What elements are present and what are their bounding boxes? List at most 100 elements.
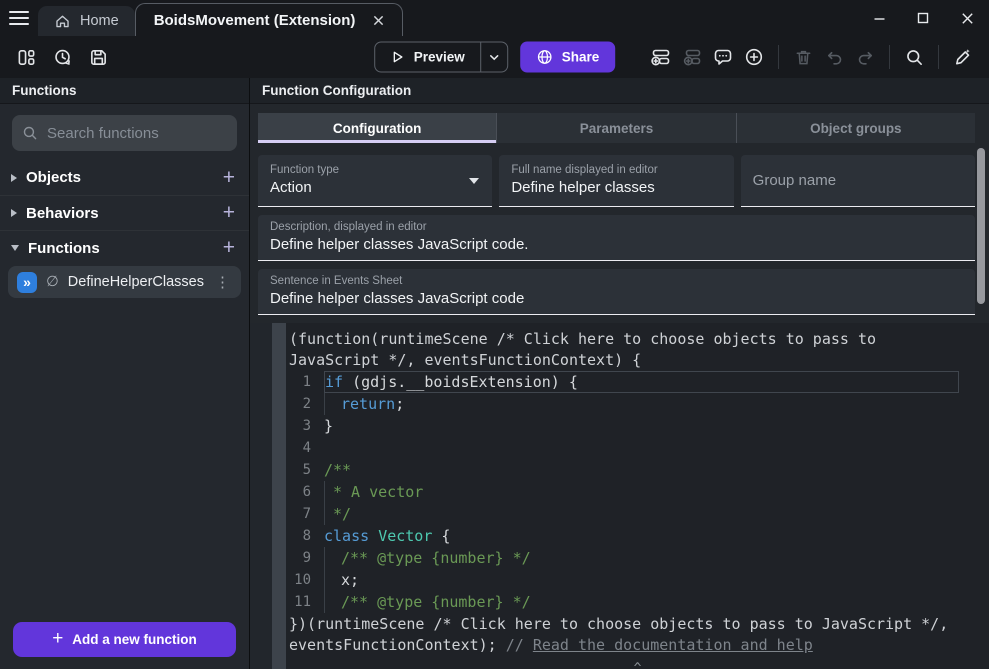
sentence-field[interactable]: Sentence in Events Sheet Define helper c… [258,269,975,315]
sentence-value: Define helper classes JavaScript code [270,290,963,307]
add-circle-icon [744,47,764,67]
add-other-event-button[interactable] [740,43,768,71]
code-line-7: 7*/ [286,503,989,525]
events-sheet: (function(runtimeScene /* Click here to … [250,323,989,669]
sidebar-title: Functions [0,78,249,104]
sidebar-section-functions[interactable]: Functions+ [0,230,249,265]
preview-options-button[interactable] [480,43,507,72]
save-button[interactable] [84,43,112,71]
add-event-icon [651,47,671,67]
line-number: 5 [286,459,324,481]
sidebar-section-objects[interactable]: Objects+ [0,160,249,195]
function-type-value: Action [270,179,480,196]
project-manager-button[interactable] [12,43,40,71]
sentence-label: Sentence in Events Sheet [270,275,963,287]
line-number: 8 [286,525,324,547]
edit-pencil-icon [953,47,973,67]
toolbar-separator [889,45,890,69]
sidebar-section-behaviors[interactable]: Behaviors+ [0,195,249,230]
share-label: Share [562,50,600,65]
search-functions-input[interactable] [47,125,246,142]
tab-home[interactable]: Home [38,6,135,36]
code-line-4: 4 [286,437,989,459]
redo-button[interactable] [851,43,879,71]
config-tabbar: ConfigurationParametersObject groups [258,113,975,143]
section-label: Functions [28,240,221,257]
config-scrollbar[interactable] [977,148,985,316]
functions-sidebar: Functions Objects+Behaviors+Functions+»∅… [0,78,250,669]
add-event-button[interactable] [647,43,675,71]
maximize-icon [917,12,929,24]
sidebar-tree: Objects+Behaviors+Functions+»∅DefineHelp… [0,160,249,305]
group-name-field[interactable]: Group name [741,155,975,207]
delete-button[interactable] [789,43,817,71]
add-functions-button[interactable]: + [221,238,237,258]
full-name-field[interactable]: Full name displayed in editor Define hel… [499,155,733,207]
play-icon [390,50,405,65]
chevron-right-icon [11,209,17,217]
main-panel: Function Configuration ConfigurationPara… [250,78,989,669]
code-line-5: 5/** [286,459,989,481]
tab-boidsmovement[interactable]: BoidsMovement (Extension) [135,3,404,36]
close-window-button[interactable] [945,3,989,33]
full-name-value: Define helper classes [511,179,721,196]
add-comment-button[interactable] [709,43,737,71]
tab-close-button[interactable] [368,10,388,30]
code-line-2: 2return; [286,393,989,415]
code-footer-line: })(runtimeScene /* Click here to choose … [286,614,989,635]
maximize-button[interactable] [901,3,945,33]
dropdown-caret-icon [469,178,479,184]
javascript-code-editor[interactable]: (function(runtimeScene /* Click here to … [286,323,989,669]
add-objects-button[interactable]: + [221,168,237,188]
add-comment-icon [713,47,733,67]
function-item-DefineHelperClasses[interactable]: » ∅ DefineHelperClasses ⋮ [8,266,241,298]
tab-parameters[interactable]: Parameters [497,113,736,143]
code-line-11: 11/** @type {number} */ [286,591,989,613]
redo-icon [856,48,875,67]
chevron-down-icon [488,51,500,63]
undo-button[interactable] [820,43,848,71]
tab-active-label: BoidsMovement (Extension) [154,12,356,29]
private-icon: ∅ [46,274,59,290]
history-button[interactable] [48,43,76,71]
globe-icon [536,49,553,66]
history-icon [53,48,72,67]
add-function-label: Add a new function [72,632,197,647]
tab-home-label: Home [80,13,119,29]
scrollbar-thumb[interactable] [977,148,985,304]
line-number: 7 [286,503,324,525]
event-rail[interactable] [250,323,286,669]
edit-extension-button[interactable] [949,43,977,71]
section-label: Objects [26,169,221,186]
function-gear-icon: » [17,272,37,293]
titlebar: Home BoidsMovement (Extension) [0,0,989,36]
function-type-select[interactable]: Function type Action [258,155,492,207]
preview-button[interactable]: Preview [375,43,480,72]
description-value: Define helper classes JavaScript code. [270,236,963,253]
main-menu-button[interactable] [0,0,38,36]
search-functions-box[interactable] [12,115,237,151]
description-field[interactable]: Description, displayed in editor Define … [258,215,975,261]
undo-icon [825,48,844,67]
preview-split-button: Preview [374,42,508,73]
tab-object-groups[interactable]: Object groups [737,113,975,143]
add-new-function-button[interactable]: + Add a new function [13,622,236,657]
share-button[interactable]: Share [520,42,616,73]
minimize-button[interactable] [857,3,901,33]
line-number: 9 [286,547,324,569]
expand-handle[interactable]: ^ [286,661,989,669]
tab-configuration[interactable]: Configuration [258,113,497,143]
search-icon [905,48,924,67]
add-sub-event-button[interactable] [678,43,706,71]
search-button[interactable] [900,43,928,71]
code-line-6: 6* A vector [286,481,989,503]
item-menu-button[interactable]: ⋮ [213,273,232,291]
documentation-link[interactable]: Read the documentation and help [533,636,813,654]
function-item-label: DefineHelperClasses [68,274,204,290]
code-line-1: 1if (gdjs.__boidsExtension) { [286,371,989,393]
page-title: Function Configuration [250,78,989,104]
line-number: 10 [286,569,324,591]
description-label: Description, displayed in editor [270,221,963,233]
add-behaviors-button[interactable]: + [221,203,237,223]
section-label: Behaviors [26,205,221,222]
